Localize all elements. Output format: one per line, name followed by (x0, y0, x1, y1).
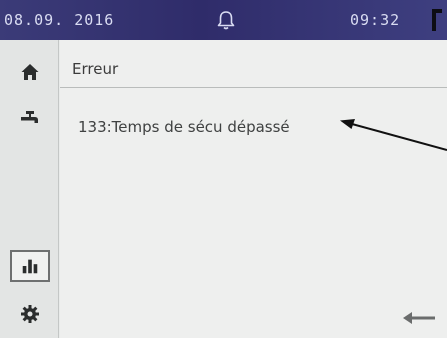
faucet-icon (20, 111, 38, 123)
sidebar-item-tap[interactable] (0, 96, 59, 140)
home-icon (21, 64, 38, 80)
title-divider (60, 87, 447, 88)
bar-chart-icon (22, 259, 37, 274)
main-panel: Erreur 133:Temps de sécu dépassé (60, 40, 447, 338)
gear-icon (20, 305, 39, 323)
sidebar-item-settings[interactable] (0, 292, 59, 336)
date-display: 08.09. 2016 (4, 11, 115, 29)
device-screen: 08.09. 2016 09:32 Erreur 133:Temps de sé… (0, 0, 447, 338)
screen-edge-mark (432, 9, 442, 31)
back-arrow-icon[interactable] (403, 310, 435, 326)
error-message[interactable]: 133:Temps de sécu dépassé (78, 118, 290, 136)
status-bar: 08.09. 2016 09:32 (0, 0, 447, 40)
time-display: 09:32 (350, 11, 401, 29)
sidebar-item-stats[interactable] (0, 244, 59, 288)
annotation-arrow-icon (340, 119, 447, 151)
sidebar-item-home[interactable] (0, 50, 59, 94)
page-title: Erreur (72, 60, 119, 78)
selected-frame (9, 250, 50, 282)
bell-icon[interactable] (215, 9, 237, 31)
sidebar (0, 40, 59, 338)
